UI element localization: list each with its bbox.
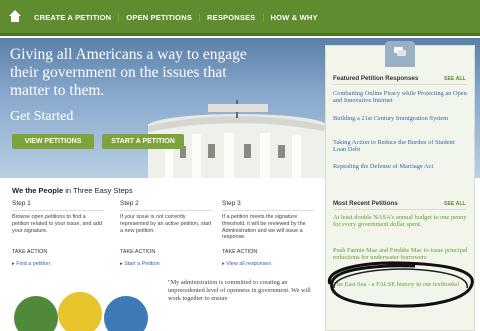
recent-see-all-link[interactable]: SEE ALL	[444, 201, 466, 207]
start-petition-link[interactable]: Start a Petition	[120, 261, 159, 267]
steps-heading: We the People in Three Easy Steps	[12, 186, 133, 195]
decorative-seal	[14, 296, 58, 331]
step-heading: Step 1	[12, 200, 104, 211]
step-2: Step 2 If your issue is not currently re…	[120, 200, 212, 234]
view-responses-link[interactable]: View all responses	[222, 261, 271, 267]
nav-how-why[interactable]: HOW & WHY	[264, 13, 325, 22]
featured-response-link[interactable]: Combatting Online Piracy while Protectin…	[333, 90, 468, 105]
step-text: If a petition meets the signature thresh…	[222, 214, 306, 241]
find-petition-link[interactable]: Find a petition	[12, 261, 50, 267]
divider	[333, 84, 466, 85]
view-petitions-button[interactable]: VIEW PETITIONS	[12, 134, 94, 149]
step-heading: Step 3	[222, 200, 314, 211]
step-text: Browse open petitions to find a petition…	[12, 214, 102, 234]
step-text: If your issue is not currently represent…	[120, 214, 212, 234]
top-navigation: CREATE A PETITION OPEN PETITIONS RESPONS…	[0, 0, 480, 36]
home-icon[interactable]	[8, 9, 22, 23]
step-3: Step 3 If a petition meets the signature…	[222, 200, 314, 241]
take-action-label: TAKE ACTION	[120, 249, 156, 255]
step-1: Step 1 Browse open petitions to find a p…	[12, 200, 104, 234]
hero-title: Giving all Americans a way to engage the…	[10, 46, 247, 99]
obama-quote: "My administration is committed to creat…	[168, 279, 311, 302]
start-petition-button[interactable]: START A PETITION	[102, 134, 184, 149]
step-heading: Step 2	[120, 200, 212, 211]
featured-response-link[interactable]: Building a 21st Century Immigration Syst…	[333, 115, 468, 122]
featured-response-link[interactable]: Repealing the Defense of Marriage Act	[333, 163, 468, 170]
take-action-label: TAKE ACTION	[222, 249, 258, 255]
nav-links: CREATE A PETITION OPEN PETITIONS RESPONS…	[34, 0, 325, 34]
speech-bubble-icon	[394, 47, 406, 56]
get-started-heading: Get Started	[10, 109, 74, 124]
recent-petitions-heading: Most Recent Petitions	[333, 200, 398, 207]
featured-responses-heading: Featured Petition Responses	[333, 75, 419, 82]
take-action-label: TAKE ACTION	[12, 249, 48, 255]
hand-drawn-circle	[327, 261, 474, 308]
decorative-seal	[104, 296, 148, 331]
nav-responses[interactable]: RESPONSES	[200, 12, 264, 22]
decorative-seal	[58, 292, 102, 331]
nav-open-petitions[interactable]: OPEN PETITIONS	[119, 12, 201, 22]
recent-petition-link[interactable]: At least double NASA's annual budget to …	[333, 214, 468, 229]
featured-see-all-link[interactable]: SEE ALL	[444, 76, 466, 82]
nav-create-petition[interactable]: CREATE A PETITION	[34, 12, 120, 22]
divider	[333, 209, 466, 210]
featured-response-link[interactable]: Taking Action to Reduce the Burden of St…	[333, 139, 468, 154]
